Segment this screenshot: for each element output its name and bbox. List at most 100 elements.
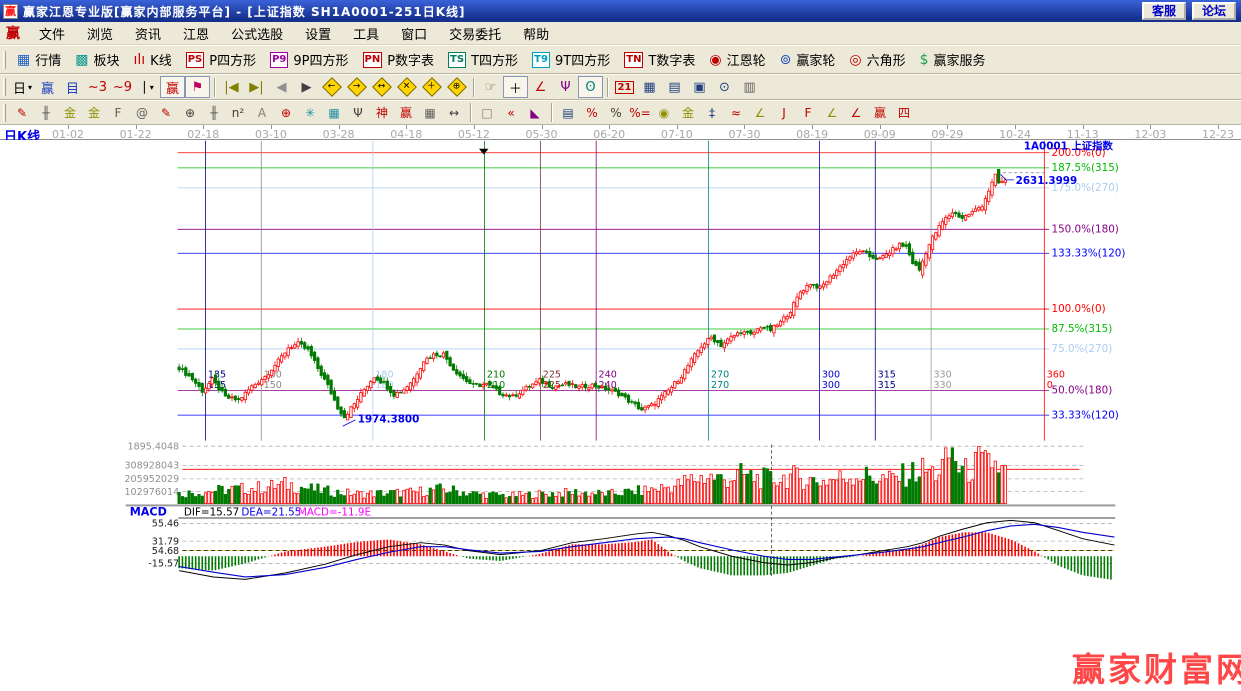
menu-交易委托[interactable]: 交易委托 [438,22,512,45]
menu-资讯[interactable]: 资讯 [124,22,172,45]
forum-button[interactable]: 论坛 [1192,2,1236,20]
gann-right-diamond-button[interactable]: → [344,76,369,98]
last-bar-button[interactable]: ▶| [244,76,269,98]
gann-both-diamond-button[interactable]: ↔ [369,76,394,98]
n-squared-icon[interactable]: n² [226,102,250,123]
p-number-button-label: P数字表 [387,50,434,69]
save-button[interactable]: ▣ [687,76,712,98]
gold-angle-icon[interactable]: ∠ [748,102,772,123]
menu-浏览[interactable]: 浏览 [76,22,124,45]
j-angle-icon[interactable]: J [772,102,796,123]
a-line-icon[interactable]: A [250,102,274,123]
gann-cross-diamond-button[interactable]: ✕ [394,76,419,98]
pitchfork-icon[interactable]: Ψ [346,102,370,123]
customer-service-button[interactable]: 客服 [1142,2,1186,20]
calculator-button[interactable]: ▦ [637,76,662,98]
window-layout-button[interactable]: 日▾ [10,76,35,98]
p9-square-button[interactable]: P99P四方形 [263,48,355,71]
macd-value: MACD=-11.9E [298,507,371,519]
hexagon-button[interactable]: ◎六角形 [842,48,912,71]
world-clock-button[interactable]: ⊙ [712,76,737,98]
percent-icon[interactable]: % [604,102,628,123]
candle-body [882,256,884,259]
t-square-button[interactable]: TST四方形 [441,48,525,71]
wave3-button[interactable]: ~3 [85,76,110,98]
four-angle-icon[interactable]: 四 [892,102,916,123]
gann-plus-diamond-button[interactable]: ＋ [419,76,444,98]
star-web-icon[interactable]: ✳ [298,102,322,123]
f-tool-icon[interactable]: F [106,102,130,123]
t-number-button[interactable]: TNT数字表 [617,48,702,71]
winner-service-button[interactable]: $赢家服务 [913,48,993,71]
spiral-icon[interactable]: @ [130,102,154,123]
winner-wheel-button[interactable]: ⊚赢家轮 [773,48,843,71]
prev-bar-button[interactable]: ◀ [269,76,294,98]
volume-flag-button[interactable]: ⚑ [185,76,210,98]
f-angle-icon[interactable]: F [796,102,820,123]
wave-channel-icon[interactable]: ≈ [724,102,748,123]
hspan-icon[interactable]: ↔ [442,102,466,123]
menu-公式选股[interactable]: 公式选股 [220,22,294,45]
next-bar-button[interactable]: ▶ [294,76,319,98]
t9-square-button[interactable]: T99T四方形 [525,48,617,71]
tick-grid-icon[interactable]: ╫ [34,102,58,123]
gold-circle-icon[interactable]: ◉ [652,102,676,123]
gann-wheel-button[interactable]: ◉江恩轮 [702,48,772,71]
brain-tool-button[interactable]: ʘ [578,76,603,98]
candle-body [703,344,705,348]
comb-grid-icon[interactable]: ╫ [202,102,226,123]
gold-lines-icon[interactable]: 金 [676,102,700,123]
candle-body [247,390,249,394]
pen-flag-icon[interactable]: ✎ [154,102,178,123]
angle-measure-button[interactable]: ∠ [528,76,553,98]
ink-note-icon[interactable]: ‡ [700,102,724,123]
box-tool-icon[interactable]: □ [475,102,499,123]
fan-icon[interactable]: ◣ [523,102,547,123]
gann-expand-diamond-button[interactable]: ⊕ [444,76,469,98]
candle-body [541,378,543,383]
kline-button[interactable]: ılıK线 [127,48,179,71]
p-number-button[interactable]: PNP数字表 [356,48,442,71]
winner-red-button[interactable]: 赢 [160,76,185,98]
rays-icon[interactable]: « [499,102,523,123]
gold-angle2-icon[interactable]: ∠ [820,102,844,123]
candle-style-button[interactable]: ∣▾ [135,76,160,98]
shen-tool-icon[interactable]: 神 [370,102,394,123]
win-angle-icon[interactable]: 赢 [868,102,892,123]
menu-设置[interactable]: 设置 [294,22,342,45]
hand-tool-button[interactable]: ☞ [478,76,503,98]
menu-江恩[interactable]: 江恩 [172,22,220,45]
kline-chart-svg[interactable]: 200.0%(0)187.5%(315)175.0%(270)150.0%(18… [0,140,1241,691]
chart-area[interactable]: 200.0%(0)187.5%(315)175.0%(270)150.0%(18… [0,140,1241,691]
wave9-button[interactable]: ~9 [110,76,135,98]
calendar-button[interactable]: 21 [612,76,637,98]
menu-窗口[interactable]: 窗口 [390,22,438,45]
quote-button[interactable]: ▦行情 [10,48,68,71]
crosshair-tool-button[interactable]: ＋ [503,76,528,98]
sector-button[interactable]: ▩板块 [68,48,126,71]
printer-button[interactable]: ▥ [737,76,762,98]
gold-grid-icon[interactable]: 金 [58,102,82,123]
draw-pen-icon[interactable]: ✎ [10,102,34,123]
percent-angle-icon[interactable]: % [580,102,604,123]
first-bar-button[interactable]: |◀ [219,76,244,98]
percent-lines-icon[interactable]: %= [628,102,652,123]
menu-工具[interactable]: 工具 [342,22,390,45]
dense-grid-icon[interactable]: ▦ [418,102,442,123]
info-list-button[interactable]: 目 [60,76,85,98]
target-line-icon[interactable]: ⊕ [274,102,298,123]
volume-bar [581,493,583,504]
clock-cycle-icon[interactable]: ⊕ [178,102,202,123]
winner-outline-button[interactable]: 赢 [35,76,60,98]
web-grid-icon[interactable]: ▦ [322,102,346,123]
p-square-button[interactable]: PSP四方形 [179,48,263,71]
menu-文件[interactable]: 文件 [28,22,76,45]
gann-left-diamond-button[interactable]: ← [319,76,344,98]
gold-grid2-icon[interactable]: 金 [82,102,106,123]
scale-list-icon[interactable]: ▤ [556,102,580,123]
speed-angle-icon[interactable]: ∠ [844,102,868,123]
notepad-button[interactable]: ▤ [662,76,687,98]
gann-shape-button[interactable]: Ψ [553,76,578,98]
menu-帮助[interactable]: 帮助 [512,22,560,45]
win-tool-icon[interactable]: 赢 [394,102,418,123]
